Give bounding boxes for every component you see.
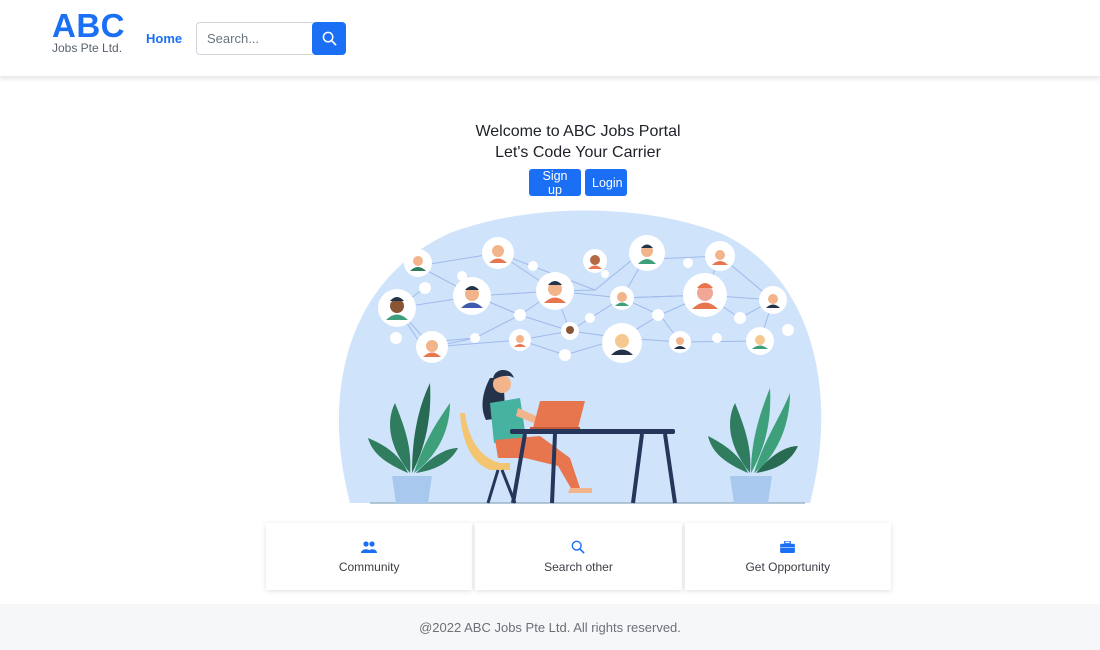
- search-icon: [571, 540, 585, 554]
- feature-label: Community: [338, 559, 400, 574]
- search-form: [196, 22, 346, 55]
- avatar: [509, 329, 531, 351]
- avatar: [583, 249, 607, 273]
- nav-home-link[interactable]: Home: [146, 31, 182, 46]
- avatar: [705, 241, 735, 271]
- brand-subtitle: Jobs Pte Ltd.: [52, 41, 123, 55]
- avatar: [378, 289, 416, 327]
- avatar: [561, 322, 579, 340]
- avatar: [482, 237, 514, 269]
- avatar: [416, 331, 448, 363]
- footer-copyright: @2022 ABC Jobs Pte Ltd. All rights reser…: [419, 619, 681, 635]
- avatar: [602, 323, 642, 363]
- hero-illustration: [338, 210, 822, 504]
- avatar: [746, 327, 774, 355]
- avatar: [453, 277, 491, 315]
- feature-cards: Community Search other Get Opportunity: [266, 523, 891, 590]
- hero-actions: Sign up Login: [529, 169, 627, 197]
- avatar: [404, 249, 432, 277]
- avatar: [610, 286, 634, 310]
- brand-logo[interactable]: ABC Jobs Pte Ltd.: [52, 7, 125, 55]
- search-button[interactable]: [312, 22, 346, 55]
- footer: @2022 ABC Jobs Pte Ltd. All rights reser…: [0, 604, 1100, 650]
- avatar: [536, 272, 574, 310]
- search-input[interactable]: [196, 22, 313, 55]
- avatar: [683, 273, 727, 317]
- briefcase-icon: [780, 540, 796, 554]
- signup-button[interactable]: Sign up: [529, 169, 581, 197]
- feature-card-get-opportunity[interactable]: Get Opportunity: [684, 523, 891, 590]
- avatar: [629, 235, 665, 271]
- hero-title-line1: Welcome to ABC Jobs Portal: [475, 123, 681, 140]
- feature-label: Get Opportunity: [745, 559, 831, 574]
- hero-heading: Welcome to ABC Jobs Portal Let's Code Yo…: [0, 121, 1100, 163]
- hero-title-line2: Let's Code Your Carrier: [495, 144, 661, 161]
- brand-title: ABC: [52, 7, 125, 44]
- avatar: [669, 331, 691, 353]
- navbar: ABC Jobs Pte Ltd. Home: [0, 0, 1100, 77]
- feature-label: Search other: [544, 559, 613, 574]
- avatar: [759, 286, 787, 314]
- feature-card-community[interactable]: Community: [266, 523, 473, 590]
- login-button[interactable]: Login: [585, 169, 627, 196]
- search-icon: [322, 31, 336, 46]
- people-icon: [361, 540, 378, 554]
- feature-card-search-other[interactable]: Search other: [475, 523, 682, 590]
